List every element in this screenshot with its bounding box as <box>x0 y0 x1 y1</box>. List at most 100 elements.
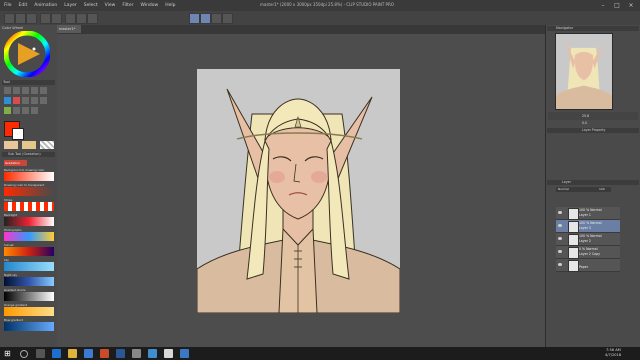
layer-row[interactable]: 100 % Normal Layer 3 <box>556 220 620 233</box>
eye-icon[interactable] <box>558 224 562 227</box>
document-tab[interactable]: master1* <box>57 25 81 33</box>
tool-panel-label: Tool <box>3 80 10 84</box>
zoom-tool-icon[interactable] <box>13 87 20 94</box>
app-icon-2[interactable] <box>116 349 125 358</box>
document-tab-strip <box>57 25 545 34</box>
layer-mode: 100 % Normal <box>579 208 602 212</box>
gradient-item[interactable]: Backlight <box>4 213 54 227</box>
layer-panel-tab[interactable]: Layer <box>562 180 571 184</box>
pencil-tool-icon[interactable] <box>13 97 20 104</box>
menu-filter[interactable]: Filter <box>122 3 133 8</box>
close-button[interactable]: × <box>624 0 638 10</box>
layer-mode: 100 % Normal <box>579 234 602 238</box>
layer-mode: 100 % Normal <box>579 221 602 225</box>
open-file-icon[interactable] <box>15 13 26 24</box>
snap-grid-icon[interactable] <box>200 13 211 24</box>
blend-mode-select[interactable]: Normal <box>556 187 598 192</box>
gradient-preview <box>4 262 54 271</box>
search-icon[interactable] <box>20 350 28 358</box>
clear-icon[interactable] <box>65 13 76 24</box>
snap-special-ruler-icon[interactable] <box>222 13 233 24</box>
layer-row[interactable]: Paper <box>556 259 620 272</box>
eyedropper-tool-icon[interactable] <box>40 87 47 94</box>
layer-thumbnail <box>568 221 579 233</box>
menu-view[interactable]: View <box>105 3 116 8</box>
undo-icon[interactable] <box>40 13 51 24</box>
menu-edit[interactable]: Edit <box>19 3 28 8</box>
gradient-item[interactable]: Drawing color to transparent <box>4 183 54 197</box>
menu-layer[interactable]: Layer <box>64 3 77 8</box>
gradient-item[interactable]: Night sky <box>4 273 54 287</box>
gradient-item[interactable]: Orange gradient <box>4 303 54 317</box>
maximize-button[interactable]: □ <box>610 0 624 10</box>
color-wheel[interactable] <box>4 31 50 77</box>
eraser-tool-icon[interactable] <box>31 97 38 104</box>
menu-window[interactable]: Window <box>140 3 158 8</box>
save-icon[interactable] <box>26 13 37 24</box>
gradient-preview <box>4 247 54 256</box>
eye-icon[interactable] <box>558 250 562 253</box>
menu-help[interactable]: Help <box>165 3 175 8</box>
minimize-button[interactable]: – <box>596 0 610 10</box>
move-tool-icon[interactable] <box>4 87 11 94</box>
app-icon-1[interactable] <box>100 349 109 358</box>
zoom-value[interactable]: 25.8 <box>582 114 589 118</box>
gradient-label: Night sky <box>4 273 18 277</box>
start-icon[interactable]: ⊞ <box>4 349 13 358</box>
gradient-preview <box>4 187 54 196</box>
fill-tool-icon[interactable] <box>40 97 47 104</box>
gradient-item[interactable]: Blue gradient <box>4 318 54 332</box>
gradient-item[interactable]: Sky <box>4 258 54 272</box>
gradient-item[interactable]: Sunset <box>4 243 54 257</box>
transform-icon[interactable] <box>87 13 98 24</box>
gradient-item[interactable]: Stripe <box>4 198 54 212</box>
edge-icon[interactable] <box>52 349 61 358</box>
sub-tool-label: Sub Tool (Gradation) <box>8 152 41 156</box>
app-icon-4[interactable] <box>148 349 157 358</box>
hair-color-swatch[interactable] <box>22 141 36 149</box>
pen-tool-icon[interactable] <box>4 97 11 104</box>
brush-tool-icon[interactable] <box>22 97 29 104</box>
store-icon[interactable] <box>84 349 93 358</box>
gradient-preview <box>4 322 54 331</box>
figure-tool-icon[interactable] <box>31 107 38 114</box>
redo-icon[interactable] <box>51 13 62 24</box>
layer-thumbnail <box>568 260 579 272</box>
gradient-item[interactable]: Gradient shade <box>4 288 54 302</box>
text-tool-icon[interactable] <box>13 107 20 114</box>
navigator-preview[interactable] <box>555 33 613 110</box>
layer-row[interactable]: 100 % Normal Layer 1 <box>556 207 620 220</box>
layer-name: Layer 3 <box>579 226 591 230</box>
gradient-tool-icon[interactable] <box>4 107 11 114</box>
eye-icon[interactable] <box>558 263 562 266</box>
selection-tool-icon[interactable] <box>22 87 29 94</box>
gradient-item[interactable]: Photographs <box>4 228 54 242</box>
new-file-icon[interactable] <box>4 13 15 24</box>
ruler-tool-icon[interactable] <box>22 107 29 114</box>
eye-icon[interactable] <box>558 211 562 214</box>
task-view-icon[interactable] <box>36 349 45 358</box>
eye-icon[interactable] <box>558 237 562 240</box>
app-icon-3[interactable] <box>132 349 141 358</box>
skin-color-swatch[interactable] <box>4 141 18 149</box>
transparent-color-swatch[interactable] <box>40 141 54 149</box>
app-icon-5[interactable] <box>180 349 189 358</box>
navigator-label: Navigator <box>556 26 574 30</box>
menu-select[interactable]: Select <box>84 3 98 8</box>
file-explorer-icon[interactable] <box>68 349 77 358</box>
lasso-tool-icon[interactable] <box>31 87 38 94</box>
layer-row[interactable]: 0 % Normal Layer 2 Copy <box>556 246 620 259</box>
snap-ruler-icon[interactable] <box>189 13 200 24</box>
color-wheel-label: Color Wheel <box>2 26 24 30</box>
menu-file[interactable]: File <box>4 3 12 8</box>
sub-color-swatch[interactable] <box>12 128 24 140</box>
opacity-value[interactable]: 100 <box>598 187 611 192</box>
snap-perspective-icon[interactable] <box>211 13 222 24</box>
menu-animation[interactable]: Animation <box>34 3 57 8</box>
layer-row[interactable]: 100 % Normal Layer 2 <box>556 233 620 246</box>
fill-icon[interactable] <box>76 13 87 24</box>
rotation-value[interactable]: 0.0 <box>582 121 587 125</box>
drawing-canvas[interactable] <box>197 69 400 313</box>
gradient-item[interactable]: Background to drawing color <box>4 168 54 182</box>
clip-studio-icon[interactable] <box>164 349 173 358</box>
